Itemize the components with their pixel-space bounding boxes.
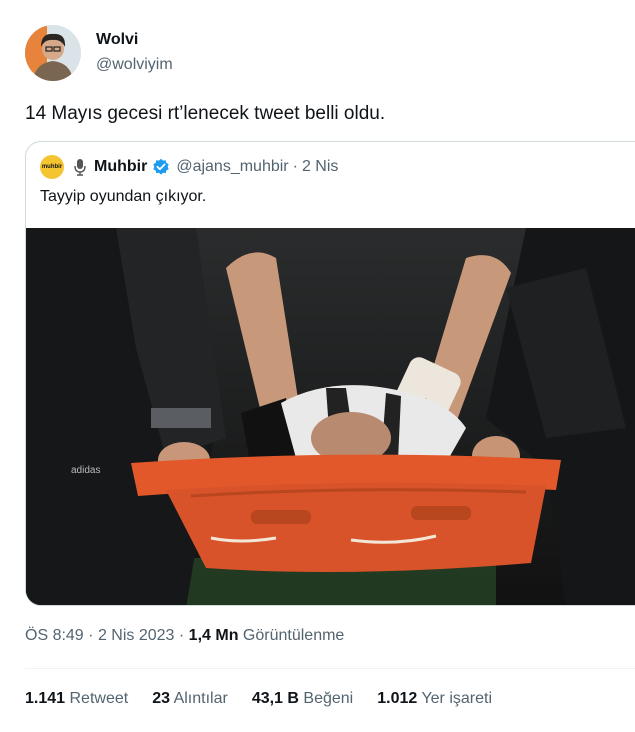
tweet-date[interactable]: 2 Nis 2023 [98,627,175,644]
tweet-text: 14 Mayıs gecesi rt’lenecek tweet belli o… [25,103,386,124]
stat-count: 1.141 [25,690,66,707]
author-avatar[interactable] [25,25,81,81]
author-name[interactable]: Wolvi [96,30,173,50]
views-label: Görüntülenme [242,627,345,644]
stat-label: Alıntılar [173,690,228,707]
quoted-media-image[interactable]: adidas [26,228,635,605]
divider [25,668,635,669]
quoted-avatar[interactable]: muhbir [40,155,64,179]
quoted-author-handle[interactable]: @ajans_muhbir [176,158,288,176]
quoted-tweet-text: Tayyip oyundan çıkıyor. [40,188,207,205]
separator-dot: · [178,627,185,644]
microphone-icon [74,159,86,176]
tweet-meta: ÖS 8:49 · 2 Nis 2023 · 1,4 Mn Görüntülen… [25,627,344,645]
quoted-tweet-card[interactable]: muhbir Muhbir @ajans_muhbir · 2 Nis Tayy… [25,141,635,606]
stat-bookmarks[interactable]: 1.012 Yer işareti [377,690,492,708]
separator-dot: · [88,627,94,644]
quoted-tweet-header: muhbir Muhbir @ajans_muhbir · 2 Nis [40,155,338,179]
stat-count: 1.012 [377,690,418,707]
quoted-date[interactable]: 2 Nis [302,158,338,176]
quoted-author-name[interactable]: Muhbir [94,158,147,176]
views-count: 1,4 Mn [188,627,239,644]
stat-likes[interactable]: 43,1 B Beğeni [252,690,353,708]
author-handle[interactable]: @wolviyim [96,54,173,76]
stat-label: Retweet [69,690,129,707]
tweet-author: Wolvi @wolviyim [25,25,173,81]
stat-quotes[interactable]: 23 Alıntılar [152,690,228,708]
separator-dot: · [292,158,298,175]
tweet-time[interactable]: ÖS 8:49 [25,627,84,644]
stat-label: Beğeni [303,690,354,707]
engagement-stats: 1.141 Retweet 23 Alıntılar 43,1 B Beğeni… [25,690,516,708]
stat-count: 23 [152,690,170,707]
svg-text:adidas: adidas [71,465,100,476]
verified-badge-icon [153,158,170,175]
stat-count: 43,1 B [251,690,299,707]
stat-retweets[interactable]: 1.141 Retweet [25,690,128,708]
stat-label: Yer işareti [421,690,492,707]
